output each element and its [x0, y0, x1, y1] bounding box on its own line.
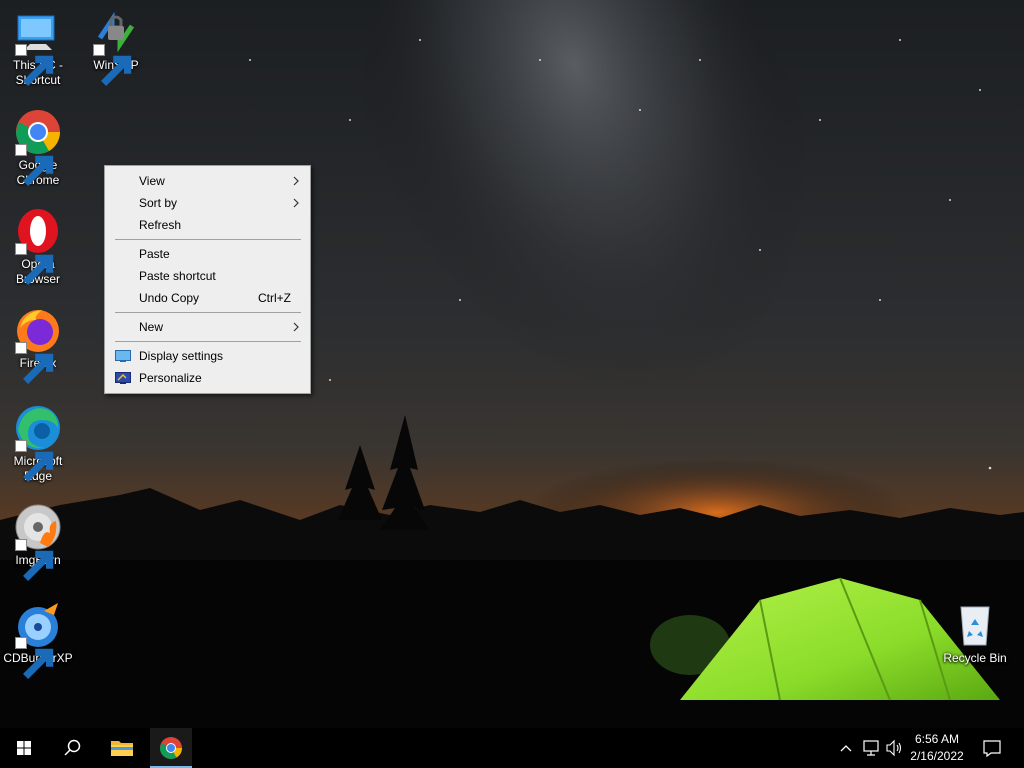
- taskbar-file-explorer[interactable]: [98, 728, 146, 768]
- menu-separator: [115, 312, 301, 313]
- chevron-right-icon: [293, 176, 299, 186]
- menu-item-label: Undo Copy: [139, 291, 200, 305]
- menu-item-new[interactable]: New: [105, 316, 310, 338]
- taskbar: 6:56 AM 2/16/2022: [0, 728, 1024, 768]
- menu-item-label: Paste shortcut: [139, 269, 216, 283]
- menu-item-label: Display settings: [139, 349, 224, 363]
- desktop-icon-imgburn[interactable]: ImgBurn: [0, 503, 76, 581]
- search-button[interactable]: [48, 728, 96, 768]
- desktop-icon-firefox[interactable]: Firefox: [0, 306, 76, 384]
- clock-time: 6:56 AM: [914, 732, 960, 746]
- taskbar-clock[interactable]: 6:56 AM 2/16/2022: [905, 731, 969, 765]
- notification-icon: [983, 740, 1001, 758]
- desktop-icon-this-pc[interactable]: This PC - Shortcut: [0, 8, 76, 88]
- winscp-icon: [92, 8, 140, 86]
- chevron-up-icon: [840, 745, 852, 752]
- menu-item-label: Sort by: [139, 196, 178, 210]
- desktop-icon-opera[interactable]: Opera Browser: [0, 207, 76, 287]
- network-icon: [863, 740, 879, 756]
- desktop-icon-winscp[interactable]: WinSCP: [78, 8, 154, 86]
- shortcut-arrow-icon: [15, 342, 54, 384]
- menu-item-label: New: [139, 320, 164, 334]
- imgburn-icon: [14, 503, 62, 581]
- taskbar-chrome[interactable]: [150, 728, 192, 768]
- desktop-icon-cdburnerxp[interactable]: CDBurnerXP: [0, 601, 76, 679]
- shortcut-arrow-icon: [15, 144, 54, 186]
- menu-item-sort-by[interactable]: Sort by: [105, 192, 310, 214]
- menu-item-refresh[interactable]: Refresh: [105, 214, 310, 236]
- chrome-icon: [14, 108, 62, 186]
- start-button[interactable]: [0, 728, 48, 768]
- menu-item-label: View: [139, 174, 165, 188]
- chrome-icon: [160, 737, 182, 759]
- shortcut-arrow-icon: [15, 440, 54, 482]
- clock-date: 2/16/2022: [910, 749, 964, 763]
- search-icon: [64, 739, 81, 756]
- computer-icon: [14, 8, 62, 86]
- menu-item-display-settings[interactable]: Display settings: [105, 345, 310, 367]
- menu-separator: [115, 341, 301, 342]
- volume-icon: [886, 739, 902, 757]
- desktop-icon-google-chrome[interactable]: Google Chrome: [0, 108, 76, 188]
- desktop-icon-label: Recycle Bin: [943, 651, 1007, 665]
- display-icon: [115, 350, 131, 362]
- desktop-icon-microsoft-edge[interactable]: Microsoft Edge: [0, 404, 76, 484]
- desktop-icon-recycle-bin[interactable]: Recycle Bin: [937, 601, 1013, 666]
- keyboard-shortcut: Ctrl+Z: [258, 291, 291, 305]
- opera-icon: [14, 207, 62, 285]
- menu-item-label: Refresh: [139, 218, 182, 232]
- firefox-icon: [14, 306, 62, 384]
- shortcut-arrow-icon: [15, 44, 54, 86]
- action-center-button[interactable]: [978, 728, 1006, 768]
- menu-item-view[interactable]: View: [105, 170, 310, 192]
- chevron-right-icon: [293, 322, 299, 332]
- cdburnerxp-icon: [14, 601, 62, 679]
- menu-separator: [115, 239, 301, 240]
- show-hidden-icons-button[interactable]: [836, 728, 856, 768]
- windows-start-icon: [17, 741, 31, 755]
- menu-item-personalize[interactable]: Personalize: [105, 367, 310, 389]
- chevron-right-icon: [293, 198, 299, 208]
- recycle-bin-icon: [951, 601, 999, 649]
- menu-item-label: Personalize: [139, 371, 202, 385]
- edge-icon: [14, 404, 62, 482]
- menu-item-label: Paste: [139, 247, 170, 261]
- shortcut-arrow-icon: [15, 637, 54, 679]
- shortcut-arrow-icon: [15, 539, 54, 581]
- desktop-context-menu: View Sort by Refresh Paste Paste shortcu…: [104, 165, 311, 394]
- file-explorer-icon: [111, 741, 133, 756]
- network-tray-button[interactable]: [860, 728, 882, 768]
- shortcut-arrow-icon: [93, 44, 132, 86]
- shortcut-arrow-icon: [15, 243, 54, 285]
- menu-item-paste[interactable]: Paste: [105, 243, 310, 265]
- volume-tray-button[interactable]: [884, 728, 904, 768]
- menu-item-undo-copy[interactable]: Undo Copy Ctrl+Z: [105, 287, 310, 309]
- personalize-icon: [115, 372, 131, 384]
- menu-item-paste-shortcut[interactable]: Paste shortcut: [105, 265, 310, 287]
